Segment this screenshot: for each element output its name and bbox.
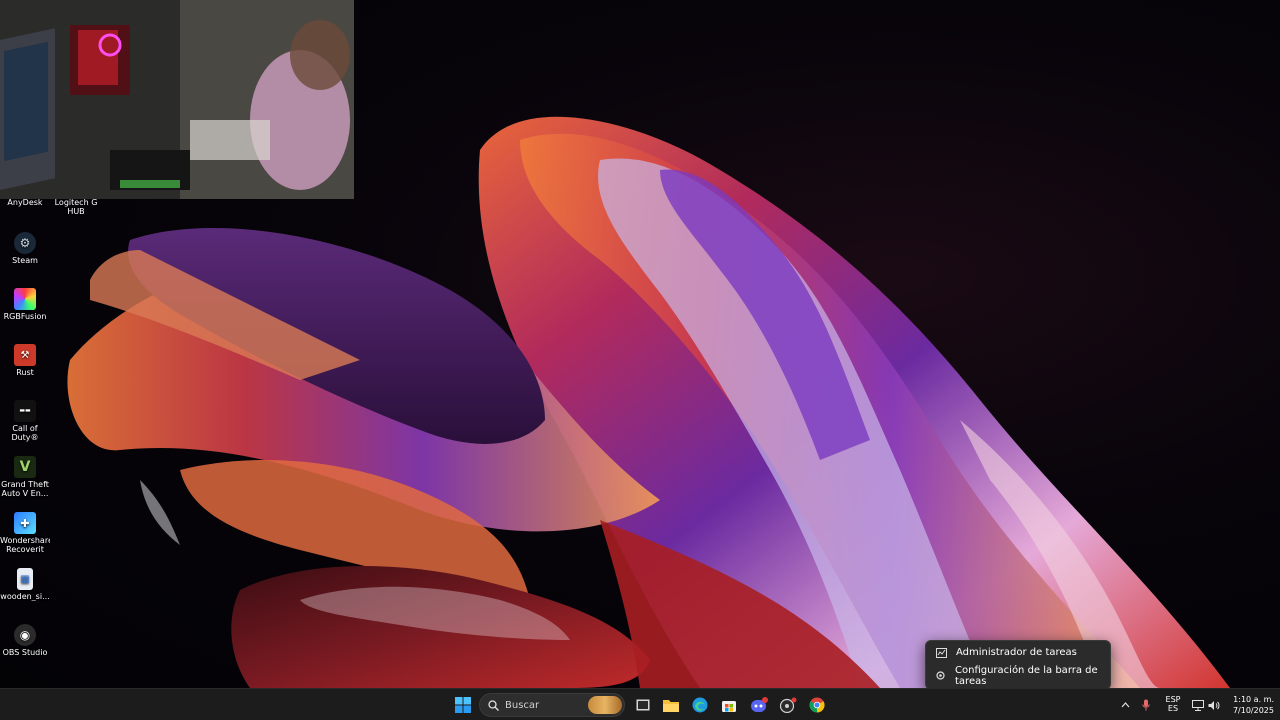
clock-date: 7/10/2025	[1232, 706, 1274, 715]
taskbar-context-menu: Administrador de tareas Configuración de…	[925, 640, 1111, 688]
gta-v-icon: V	[14, 456, 36, 478]
network-icon	[1192, 699, 1204, 711]
desktop-icon-steam[interactable]: ⚙ Steam	[0, 232, 50, 265]
microphone-icon	[1142, 699, 1150, 711]
start-icon	[455, 697, 471, 713]
taskbar: Buscar ESP ES 1:10 a. m. 7/10/2025	[0, 688, 1280, 720]
chevron-up-icon	[1121, 702, 1129, 708]
tray-volume[interactable]	[1206, 693, 1222, 717]
desktop-icon-call-of-duty[interactable]: ▬▬ Call of Duty®	[0, 400, 50, 442]
clock-time: 1:10 a. m.	[1233, 695, 1274, 704]
taskbar-obs[interactable]	[775, 693, 801, 717]
taskbar-discord[interactable]	[746, 693, 772, 717]
store-icon	[722, 701, 736, 712]
task-manager-icon	[935, 647, 947, 659]
taskbar-file-explorer[interactable]	[658, 693, 684, 717]
language-indicator[interactable]: ESP ES	[1160, 695, 1186, 713]
chrome-icon	[809, 697, 825, 713]
taskbar-task-view[interactable]	[630, 693, 656, 717]
call-of-duty-icon: ▬▬	[14, 400, 36, 422]
taskbar-chrome[interactable]	[804, 693, 830, 717]
tray-microphone[interactable]	[1138, 693, 1154, 717]
desktop-icon-logitech[interactable]: Logitech G HUB	[51, 198, 101, 216]
rust-icon: ⚒	[14, 344, 36, 366]
settings-icon	[935, 670, 946, 682]
task-view-icon	[636, 699, 650, 711]
volume-icon	[1208, 700, 1220, 710]
start-button[interactable]	[450, 693, 476, 717]
webcam-feed-image	[0, 0, 354, 199]
search-icon	[488, 699, 499, 711]
menu-item-taskbar-settings[interactable]: Configuración de la barra de tareas	[926, 664, 1110, 687]
search-placeholder: Buscar	[505, 699, 540, 711]
desktop-icon-wondershare[interactable]: ✚ Wondershare Recoverit	[0, 512, 50, 554]
desktop-icon-gta-v[interactable]: V Grand Theft Auto V En...	[0, 456, 50, 498]
menu-item-task-manager[interactable]: Administrador de tareas	[926, 641, 1110, 664]
desktop-icon-rust[interactable]: ⚒ Rust	[0, 344, 50, 377]
discord-icon	[751, 697, 768, 712]
steam-icon: ⚙	[14, 232, 36, 254]
obs-icon: ◉	[14, 624, 36, 646]
taskbar-search[interactable]: Buscar	[479, 693, 625, 717]
edge-icon	[692, 697, 708, 713]
webcam-overlay	[0, 0, 354, 199]
taskbar-edge[interactable]	[687, 693, 713, 717]
file-icon: ▦	[17, 568, 33, 590]
desktop: AnyDesk Logitech G HUB ⚙ Steam RGBFusion…	[0, 0, 1280, 688]
tray-overflow-button[interactable]	[1117, 693, 1133, 717]
taskbar-clock[interactable]: 1:10 a. m. 7/10/2025	[1224, 694, 1274, 716]
desktop-icon-file[interactable]: ▦ wooden_si...	[0, 568, 50, 601]
search-highlight-icon	[588, 696, 622, 714]
taskbar-store[interactable]	[716, 693, 742, 717]
desktop-icon-rgbfusion[interactable]: RGBFusion	[0, 288, 50, 321]
wondershare-icon: ✚	[14, 512, 36, 534]
file-explorer-icon	[663, 700, 679, 712]
rgbfusion-icon	[14, 288, 36, 310]
tray-network[interactable]	[1190, 693, 1206, 717]
obs-taskbar-icon	[779, 697, 797, 713]
desktop-icon-obs[interactable]: ◉ OBS Studio	[0, 624, 50, 657]
desktop-icon-anydesk[interactable]: AnyDesk	[0, 198, 50, 207]
